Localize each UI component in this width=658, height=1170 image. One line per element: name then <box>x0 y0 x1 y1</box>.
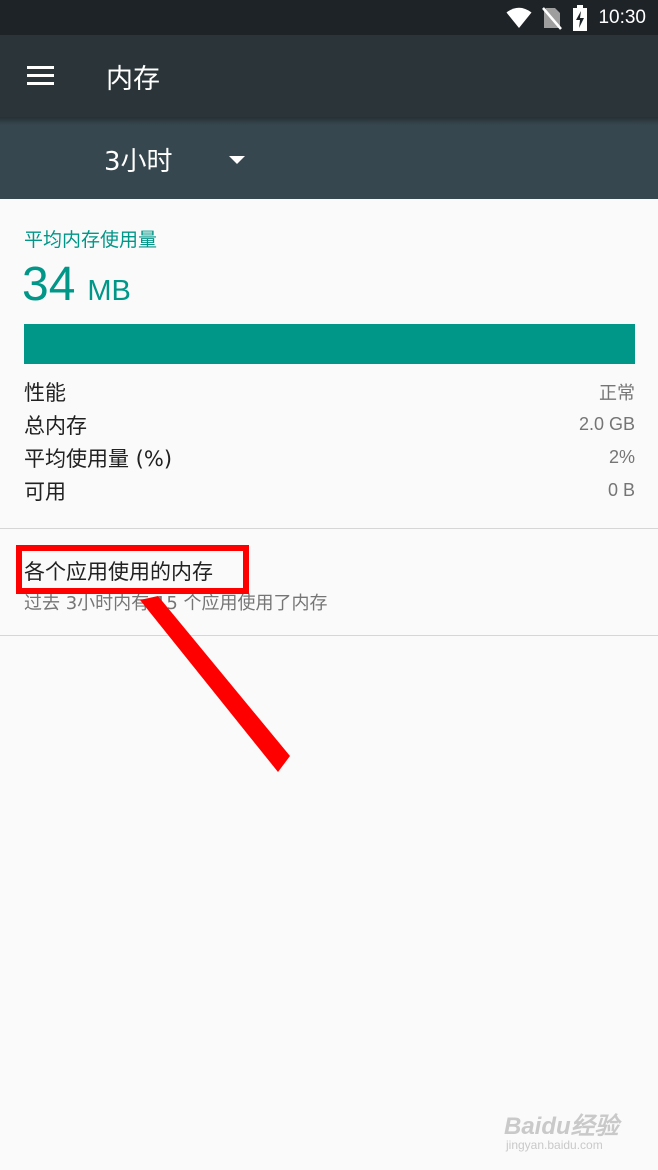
watermark-url: jingyan.baidu.com <box>506 1138 603 1152</box>
watermark-logo: Baidu经验 <box>504 1113 619 1140</box>
watermark: Baidu经验 jingyan.baidu.com <box>504 1098 644 1158</box>
annotation-highlight-box <box>16 545 249 594</box>
